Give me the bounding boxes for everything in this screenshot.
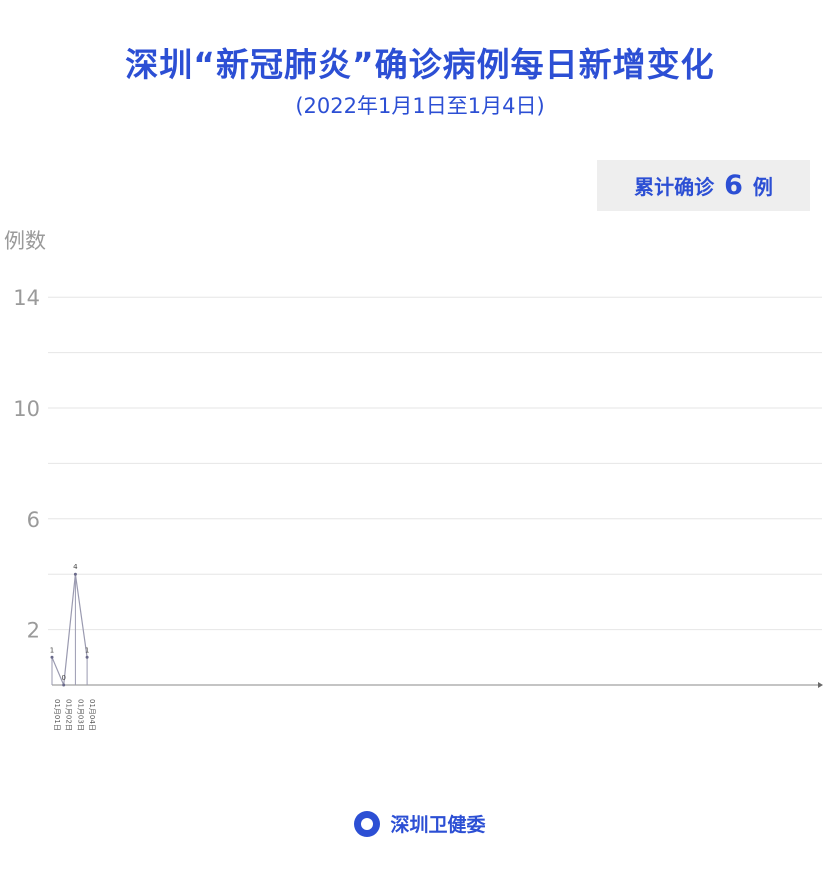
y-tick-label: 14 — [13, 286, 40, 310]
x-tick-label: 01月01日 — [53, 699, 61, 731]
y-tick-label: 6 — [27, 508, 40, 532]
footer-org: 深圳卫健委 — [390, 814, 486, 836]
y-tick-label: 10 — [13, 397, 40, 421]
data-point — [73, 572, 77, 576]
data-point — [50, 655, 54, 659]
health-commission-logo-icon — [354, 810, 381, 837]
y-axis-label: 例数 — [4, 229, 46, 253]
data-label: 1 — [50, 646, 54, 654]
y-tick-label: 2 — [27, 619, 40, 643]
footer: 深圳卫健委 — [0, 810, 840, 837]
data-label: 4 — [73, 563, 78, 571]
data-point — [62, 683, 66, 687]
data-label: 0 — [61, 674, 65, 682]
x-tick-label: 01月02日 — [65, 699, 73, 731]
x-tick-label: 01月04日 — [88, 699, 96, 731]
data-label: 1 — [85, 646, 89, 654]
x-tick-label: 01月03日 — [76, 699, 84, 731]
data-point — [85, 655, 89, 659]
x-axis-arrow-icon — [818, 682, 823, 688]
line-chart: 例数261014104101月01日 01月02日 01月03日 01月04日 — [4, 229, 823, 731]
